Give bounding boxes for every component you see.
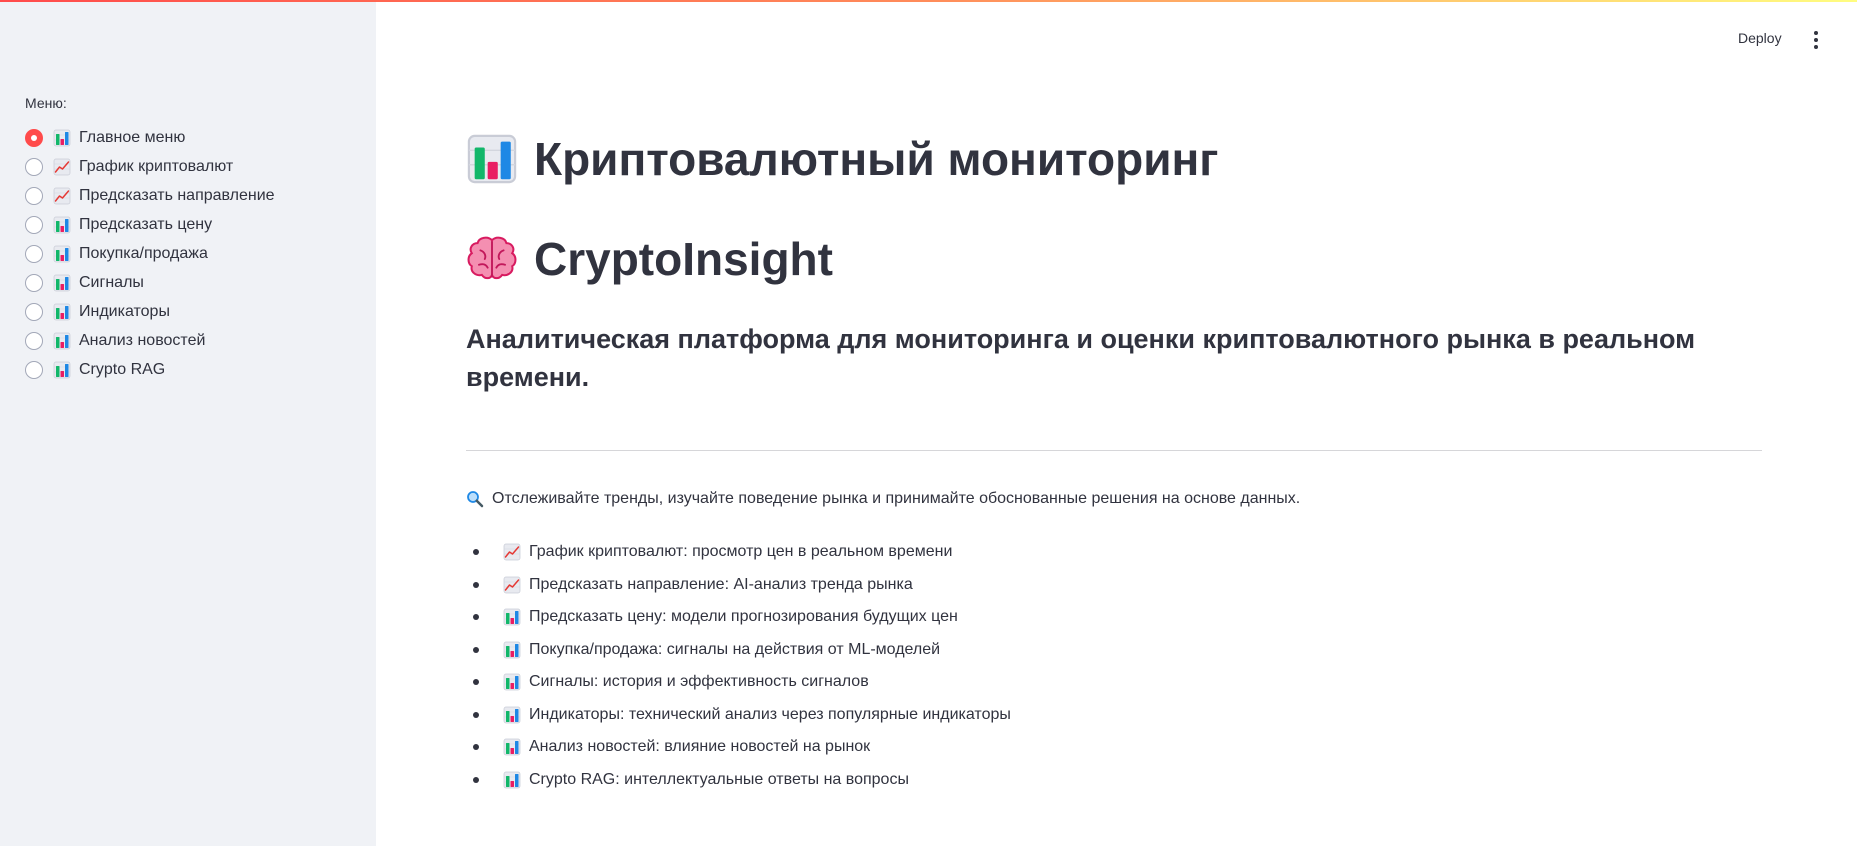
app-name-heading: CryptoInsight: [466, 232, 1762, 286]
bar-chart-icon: [53, 245, 71, 263]
radio-button[interactable]: [25, 273, 43, 292]
deploy-button[interactable]: Deploy: [1738, 30, 1782, 46]
subtitle: Аналитическая платформа для мониторинга …: [466, 324, 1696, 392]
bullet-icon: [473, 744, 479, 751]
app-name-text: CryptoInsight: [534, 233, 833, 285]
menu-option-label: Crypto RAG: [79, 360, 166, 378]
feature-text: Покупка/продажа: сигналы на действия от …: [529, 640, 941, 658]
feature-text: Предсказать направление: AI-анализ тренд…: [529, 575, 913, 593]
menu-option-text: Crypto RAG: [53, 361, 165, 379]
feature-text: Предсказать цену: модели прогнозирования…: [529, 608, 958, 626]
bar-chart-icon: [466, 133, 518, 185]
divider: [466, 450, 1762, 451]
sidebar: Меню: Главное меню График криптовалют Пред…: [0, 0, 376, 846]
feature-list-item: Предсказать цену: модели прогнозирования…: [466, 601, 1011, 634]
menu-option[interactable]: Анализ новостей: [25, 326, 275, 355]
menu-option-text: Предсказать цену: [53, 216, 212, 234]
feature-text: Анализ новостей: влияние новостей на рын…: [529, 738, 871, 756]
menu-label: Меню:: [25, 95, 67, 111]
menu-option[interactable]: Покупка/продажа: [25, 239, 275, 268]
bullet-icon: [473, 646, 479, 653]
menu-option-label: Главное меню: [79, 128, 186, 146]
feature-list: График криптовалют: просмотр цен в реаль…: [466, 536, 1011, 796]
menu-option[interactable]: Crypto RAG: [25, 355, 275, 384]
page-title-text: Криптовалютный мониторинг: [534, 133, 1219, 185]
radio-button[interactable]: [25, 157, 43, 176]
menu-radio-group: Главное меню График криптовалют Предсказат…: [25, 123, 275, 384]
bar-chart-icon: [503, 738, 521, 756]
feature-list-item: График криптовалют: просмотр цен в реаль…: [466, 536, 1011, 569]
menu-option-label: Покупка/продажа: [79, 244, 208, 262]
menu-option-text: Покупка/продажа: [53, 245, 208, 263]
menu-option[interactable]: Сигналы: [25, 268, 275, 297]
bar-chart-icon: [53, 303, 71, 321]
menu-option[interactable]: Главное меню: [25, 123, 275, 152]
menu-option-text: Индикаторы: [53, 303, 170, 321]
radio-button[interactable]: [25, 331, 43, 350]
bar-chart-icon: [53, 129, 71, 147]
chart-increasing-icon: [503, 576, 521, 594]
bullet-icon: [473, 679, 479, 686]
menu-option-label: Анализ новостей: [79, 331, 206, 349]
menu-option-label: Индикаторы: [79, 302, 170, 320]
feature-list-item: Предсказать направление: AI-анализ тренд…: [466, 569, 1011, 602]
menu-option-label: Сигналы: [79, 273, 144, 291]
radio-button[interactable]: [25, 360, 43, 379]
intro-text-content: Отслеживайте тренды, изучайте поведение …: [492, 490, 1301, 507]
bullet-icon: [473, 549, 479, 556]
bullet-icon: [473, 581, 479, 588]
magnifier-icon: [466, 490, 484, 508]
feature-list-item: Покупка/продажа: сигналы на действия от …: [466, 634, 1011, 667]
feature-text: Сигналы: история и эффективность сигнало…: [529, 673, 869, 691]
menu-option[interactable]: Предсказать направление: [25, 181, 275, 210]
feature-list-item: Сигналы: история и эффективность сигнало…: [466, 666, 1011, 699]
radio-button[interactable]: [25, 215, 43, 234]
feature-list-item: Индикаторы: технический анализ через поп…: [466, 699, 1011, 732]
menu-option-label: График криптовалют: [79, 157, 234, 175]
feature-text: График криптовалют: просмотр цен в реаль…: [529, 543, 953, 561]
more-options-icon[interactable]: [1812, 31, 1820, 49]
radio-button[interactable]: [25, 244, 43, 263]
bar-chart-icon: [53, 274, 71, 292]
bar-chart-icon: [53, 216, 71, 234]
menu-option-text: Сигналы: [53, 274, 144, 292]
brain-icon: [466, 233, 518, 285]
bar-chart-icon: [503, 641, 521, 659]
bullet-icon: [473, 711, 479, 718]
bar-chart-icon: [503, 771, 521, 789]
menu-option-text: Предсказать направление: [53, 187, 275, 205]
feature-text: Индикаторы: технический анализ через поп…: [529, 705, 1011, 723]
feature-text: Crypto RAG: интеллектуальные ответы на в…: [529, 770, 909, 788]
feature-list-item: Анализ новостей: влияние новостей на рын…: [466, 731, 1011, 764]
radio-button-checked[interactable]: [25, 128, 43, 147]
feature-list-item: Crypto RAG: интеллектуальные ответы на в…: [466, 764, 1011, 797]
bar-chart-icon: [503, 673, 521, 691]
bullet-icon: [473, 776, 479, 783]
bar-chart-icon: [53, 332, 71, 350]
top-decoration-bar: [0, 0, 1857, 2]
chart-increasing-icon: [53, 187, 71, 205]
chart-increasing-icon: [503, 543, 521, 561]
menu-option-label: Предсказать цену: [79, 215, 213, 233]
radio-button[interactable]: [25, 302, 43, 321]
page-title: Криптовалютный мониторинг: [466, 132, 1762, 186]
menu-option[interactable]: Предсказать цену: [25, 210, 275, 239]
intro-text: Отслеживайте тренды, изучайте поведение …: [466, 490, 1300, 508]
bar-chart-icon: [503, 706, 521, 724]
bar-chart-icon: [503, 608, 521, 626]
radio-button[interactable]: [25, 186, 43, 205]
menu-option-text: График криптовалют: [53, 158, 233, 176]
menu-option[interactable]: Индикаторы: [25, 297, 275, 326]
menu-option-label: Предсказать направление: [79, 186, 275, 204]
bullet-icon: [473, 614, 479, 621]
menu-option-text: Главное меню: [53, 129, 185, 147]
menu-option[interactable]: График криптовалют: [25, 152, 275, 181]
chart-increasing-icon: [53, 158, 71, 176]
bar-chart-icon: [53, 361, 71, 379]
menu-option-text: Анализ новостей: [53, 332, 205, 350]
